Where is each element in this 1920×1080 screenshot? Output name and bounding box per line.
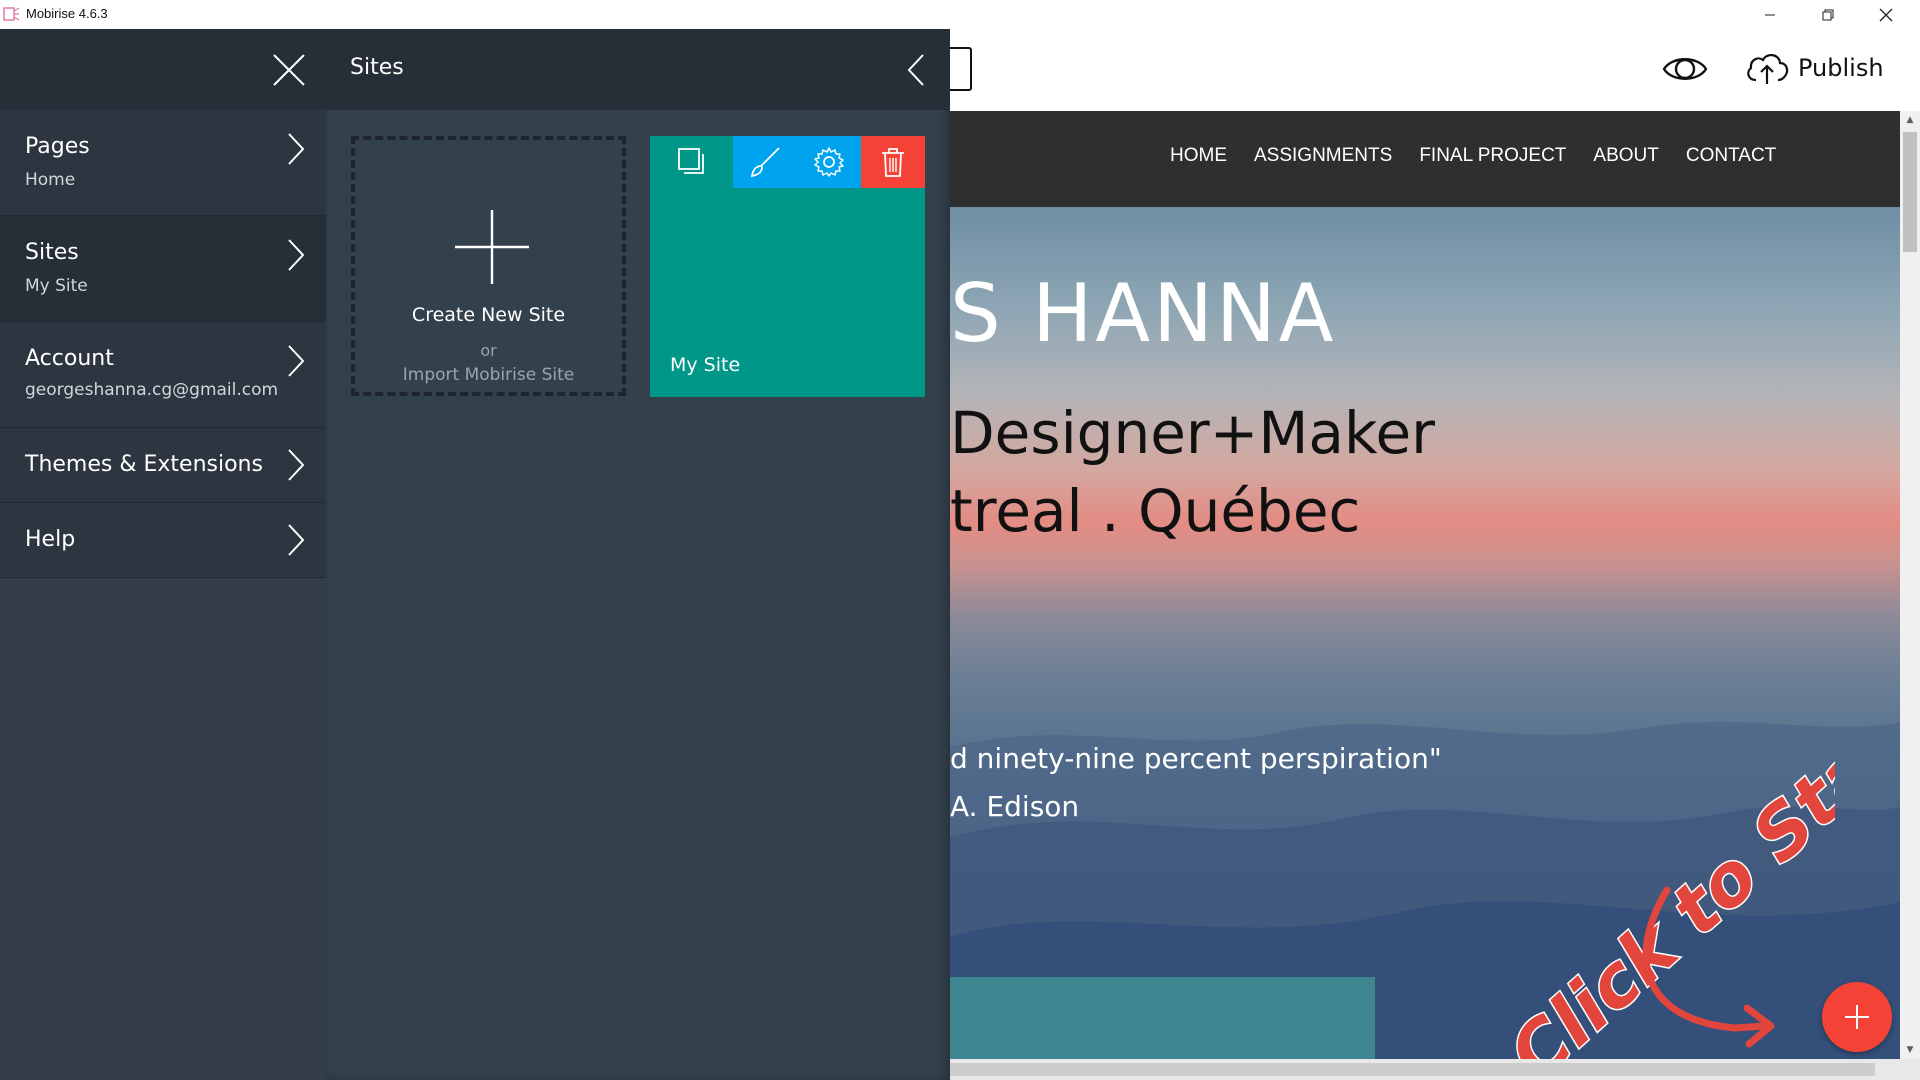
sites-panel: Sites Create New Site or Import Mobirise…: [326, 29, 950, 1080]
mobirise-logo-icon: [3, 7, 20, 21]
close-icon[interactable]: [272, 53, 306, 87]
menu-item-title: Themes & Extensions: [25, 452, 263, 477]
delete-site-button[interactable]: [861, 136, 925, 188]
menu-item-sites[interactable]: Sites My Site: [0, 216, 326, 322]
menu-item-pages[interactable]: Pages Home: [0, 110, 326, 216]
menu-item-title: Help: [25, 527, 76, 552]
minimize-button[interactable]: [1742, 0, 1798, 29]
create-new-site-button[interactable]: Create New Site or Import Mobirise Site: [351, 136, 626, 396]
scroll-up-icon[interactable]: ▲: [1900, 111, 1920, 129]
brush-icon: [750, 147, 780, 178]
nav-link-assignments[interactable]: ASSIGNMENTS: [1254, 145, 1392, 167]
hero-city: treal . Québec: [950, 477, 1361, 545]
left-menu-header: [0, 29, 326, 110]
close-window-button[interactable]: [1858, 0, 1914, 29]
create-new-site-label: Create New Site: [411, 304, 566, 326]
device-icon[interactable]: [950, 47, 972, 91]
site-card[interactable]: My Site: [650, 136, 925, 397]
horizontal-scrollbar[interactable]: [950, 1059, 1920, 1080]
duplicate-icon: [677, 148, 704, 174]
restore-button[interactable]: [1800, 0, 1856, 29]
site-nav-menu: HOME ASSIGNMENTS FINAL PROJECT ABOUT CON…: [1170, 145, 1776, 167]
nav-link-contact[interactable]: CONTACT: [1686, 145, 1776, 167]
menu-item-subtitle: My Site: [25, 276, 88, 296]
publish-label: Publish: [1798, 54, 1884, 82]
cloud-upload-icon: [1747, 54, 1789, 84]
sites-panel-header: Sites: [326, 29, 950, 110]
chevron-left-icon[interactable]: [906, 53, 926, 87]
hero-quote: d ninety-nine percent perspiration": [950, 742, 1442, 775]
vertical-scrollbar[interactable]: ▲ ▼: [1900, 111, 1920, 1059]
nav-link-home[interactable]: HOME: [1170, 145, 1227, 167]
restore-icon: [1822, 9, 1834, 20]
hero-name: S HANNA: [950, 267, 1337, 360]
menu-item-title: Account: [25, 346, 114, 371]
hero-teal-block: [950, 977, 1375, 1059]
add-block-button[interactable]: [1822, 982, 1892, 1052]
scroll-down-icon[interactable]: ▼: [1900, 1041, 1920, 1059]
click-to-start-overlay: Click to Start: [1492, 676, 1835, 1060]
hero-role: Designer+Maker: [950, 399, 1436, 467]
close-icon: [1879, 8, 1893, 21]
site-settings-button[interactable]: [797, 136, 861, 188]
sites-panel-title: Sites: [350, 55, 404, 80]
publish-button[interactable]: Publish: [1744, 48, 1884, 88]
chevron-right-icon: [288, 449, 305, 481]
menu-item-subtitle: Home: [25, 170, 76, 190]
chevron-right-icon: [288, 133, 305, 165]
window-title: Mobirise 4.6.3: [26, 6, 108, 21]
menu-item-subtitle: georgeshanna.cg@gmail.com: [25, 380, 279, 400]
gear-icon: [814, 147, 844, 177]
scrollbar-thumb[interactable]: [1903, 132, 1917, 252]
horizontal-scrollbar-thumb[interactable]: [950, 1063, 1875, 1076]
edit-site-button[interactable]: [733, 136, 797, 188]
import-site-link[interactable]: Import Mobirise Site: [355, 365, 622, 385]
chevron-right-icon: [288, 239, 305, 271]
menu-item-title: Sites: [25, 240, 79, 265]
minimize-icon: [1765, 14, 1775, 15]
duplicate-site-button[interactable]: [650, 136, 733, 188]
site-card-name: My Site: [670, 354, 741, 376]
chevron-right-icon: [288, 345, 305, 377]
chevron-right-icon: [288, 524, 305, 556]
window-titlebar: Mobirise 4.6.3: [0, 0, 1920, 29]
trash-icon: [882, 148, 904, 177]
site-navbar: HOME ASSIGNMENTS FINAL PROJECT ABOUT CON…: [950, 111, 1900, 207]
menu-item-title: Pages: [25, 134, 90, 159]
menu-item-account[interactable]: Account georgeshanna.cg@gmail.com: [0, 322, 326, 428]
eye-icon[interactable]: [1662, 52, 1708, 86]
menu-item-themes-extensions[interactable]: Themes & Extensions: [0, 428, 326, 503]
hero-quote-author: A. Edison: [950, 790, 1080, 823]
plus-icon: [1845, 1005, 1869, 1029]
menu-item-help[interactable]: Help: [0, 503, 326, 578]
nav-link-about[interactable]: ABOUT: [1593, 145, 1658, 167]
site-card-toolbar: [650, 136, 925, 188]
plus-icon: [455, 210, 529, 284]
left-menu-panel: Pages Home Sites My Site Account georges…: [0, 29, 326, 1080]
nav-link-final-project[interactable]: FINAL PROJECT: [1419, 145, 1566, 167]
or-label: or: [480, 341, 497, 360]
